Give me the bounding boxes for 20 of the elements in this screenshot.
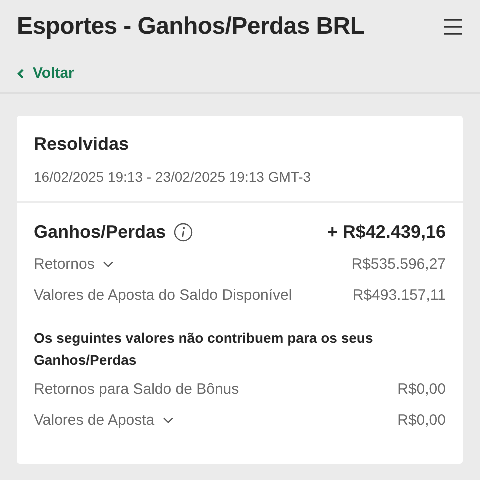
date-range: 16/02/2025 19:13 - 23/02/2025 19:13 GMT-3 [34, 169, 312, 185]
row-label-dropdown[interactable]: Valores de Aposta [34, 412, 174, 429]
chevron-left-icon [17, 68, 25, 78]
page-title: Esportes - Ganhos/Perdas BRL [17, 13, 365, 41]
row-value: R$535.596,27 [352, 256, 446, 273]
chevron-down-icon [162, 417, 174, 424]
back-link[interactable]: Voltar [17, 65, 74, 82]
row-label: Retornos para Saldo de Bônus [34, 381, 240, 398]
row-value: R$493.157,11 [352, 287, 446, 304]
chevron-down-icon [102, 261, 114, 268]
total-value: + R$42.439,16 [327, 222, 446, 242]
total-label: Ganhos/Perdas [34, 222, 166, 242]
menu-icon[interactable] [443, 18, 463, 36]
card-title: Resolvidas [34, 134, 130, 155]
row-value: R$0,00 [398, 412, 446, 429]
note-text: Os seguintes valores não contribuem para os seus Ganhos/Perdas [34, 329, 374, 370]
info-icon[interactable] [174, 222, 194, 242]
row-label-dropdown[interactable]: Retornos [34, 256, 114, 273]
row-value: R$0,00 [398, 381, 446, 398]
row-label: Valores de Aposta do Saldo Disponível [34, 287, 292, 304]
